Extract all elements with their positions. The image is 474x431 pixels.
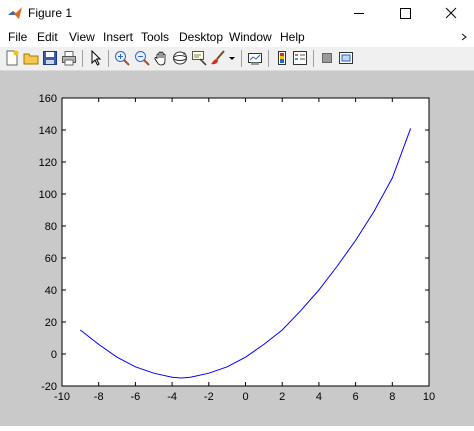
y-tick-label: 140 [39, 125, 57, 137]
x-tick-label: 2 [279, 391, 285, 403]
x-tick-label: -8 [94, 391, 104, 403]
x-tick-label: 0 [242, 391, 248, 403]
pan-hand-icon[interactable] [153, 50, 169, 66]
zoom-out-icon[interactable] [134, 50, 150, 66]
y-tick-label: 40 [45, 285, 57, 297]
x-tick-label: -6 [131, 391, 141, 403]
menu-edit[interactable]: Edit [37, 30, 58, 44]
figure-window: Figure 1 File Edit View Insert Tools Des… [0, 0, 474, 426]
close-button[interactable] [428, 0, 474, 27]
brush-dropdown-icon[interactable] [227, 50, 237, 66]
x-tick-label: 8 [389, 391, 395, 403]
toolbar-separator [108, 50, 109, 67]
menu-desktop[interactable]: Desktop [179, 30, 223, 44]
y-tick-label: 0 [51, 349, 57, 361]
toolbar-separator [268, 50, 269, 67]
y-tick-label: -20 [41, 381, 57, 393]
insert-legend-icon[interactable] [292, 50, 308, 66]
y-tick-label: 100 [39, 189, 57, 201]
matlab-logo-icon [8, 7, 22, 19]
x-tick-label: 10 [423, 391, 435, 403]
menubar-arrow-icon[interactable] [460, 33, 468, 41]
y-tick-label: 20 [45, 317, 57, 329]
x-tick-label: 6 [353, 391, 359, 403]
menu-file[interactable]: File [8, 30, 27, 44]
plot-area[interactable]: -10 -8 -6 -4 -2 0 2 4 6 8 10-200204060801001201401… [0, 71, 474, 426]
x-tick-label: -4 [167, 391, 177, 403]
toolbar-separator [241, 50, 242, 67]
menu-tools[interactable]: Tools [141, 30, 169, 44]
save-icon[interactable] [42, 50, 58, 66]
maximize-icon [400, 8, 411, 19]
rotate-3d-icon[interactable] [172, 50, 188, 66]
figure-toolbar [0, 47, 474, 71]
maximize-button[interactable] [382, 0, 428, 27]
window-title: Figure 1 [28, 6, 73, 20]
link-plot-icon[interactable] [247, 50, 263, 66]
insert-colorbar-icon[interactable] [274, 50, 290, 66]
hide-plot-tools-icon[interactable] [319, 50, 335, 66]
minimize-button[interactable] [336, 0, 382, 27]
print-icon[interactable] [61, 50, 77, 66]
y-tick-label: 120 [39, 157, 57, 169]
menu-bar: File Edit View Insert Tools Desktop Wind… [0, 27, 474, 47]
menu-view[interactable]: View [69, 30, 95, 44]
edit-plot-arrow-icon[interactable] [88, 50, 104, 66]
y-tick-label: 60 [45, 253, 57, 265]
show-plot-tools-icon[interactable] [338, 50, 354, 66]
brush-icon[interactable] [210, 50, 226, 66]
x-tick-label: 4 [316, 391, 322, 403]
close-icon [445, 7, 457, 19]
y-tick-label: 160 [39, 93, 57, 105]
menu-window[interactable]: Window [229, 30, 272, 44]
toolbar-separator [82, 50, 83, 67]
menu-insert[interactable]: Insert [103, 30, 133, 44]
open-file-icon[interactable] [23, 50, 39, 66]
zoom-in-icon[interactable] [114, 50, 130, 66]
axes-background [62, 98, 429, 386]
new-figure-icon[interactable] [4, 50, 20, 66]
minimize-icon [354, 13, 364, 14]
menu-help[interactable]: Help [280, 30, 305, 44]
x-tick-label: -2 [204, 391, 214, 403]
title-bar: Figure 1 [0, 0, 474, 27]
toolbar-separator [313, 50, 314, 67]
figure-canvas: -10 -8 -6 -4 -2 0 2 4 6 8 10 -20 0 20 40 60 80 100 120 140 1… [0, 71, 474, 426]
data-cursor-icon[interactable] [191, 50, 207, 66]
y-tick-label: 80 [45, 221, 57, 233]
